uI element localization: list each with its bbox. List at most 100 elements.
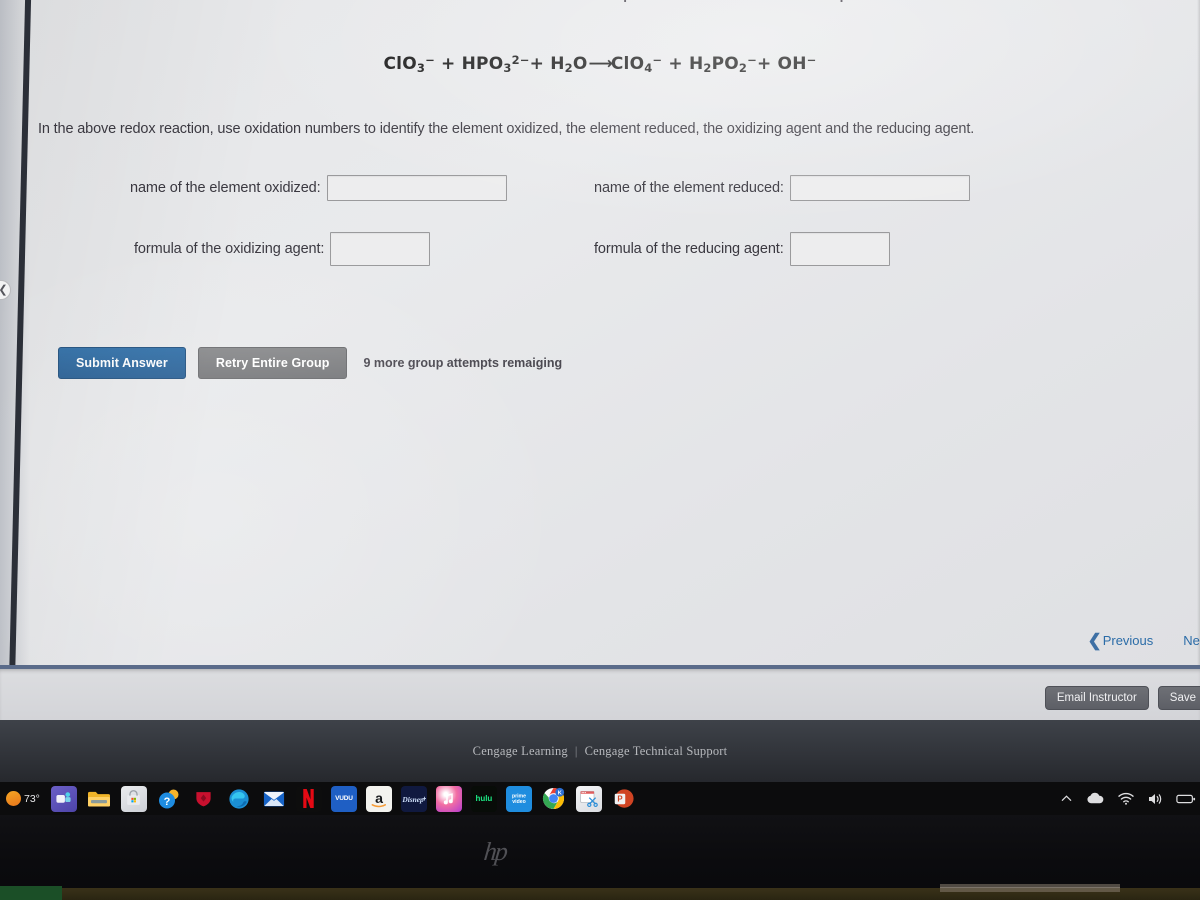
svg-text:a: a xyxy=(375,791,383,807)
email-instructor-button[interactable]: Email Instructor xyxy=(1044,686,1149,710)
edge-icon[interactable] xyxy=(226,786,252,812)
sun-icon xyxy=(6,791,21,806)
volume-icon[interactable] xyxy=(1147,792,1163,806)
taskbar-weather-widget[interactable]: 73° xyxy=(6,791,40,806)
question-mark-glyph: ? xyxy=(158,789,179,808)
action-button-group: Submit Answer Retry Entire Group 9 more … xyxy=(58,347,562,379)
sidebar-collapse-button[interactable]: ❮ xyxy=(0,280,11,300)
wifi-icon[interactable] xyxy=(1118,792,1134,805)
sub: 2 xyxy=(703,61,712,75)
sub: 3 xyxy=(503,61,512,75)
sub: 3 xyxy=(416,61,426,75)
field-row-oxidizing-agent: formula of the oxidizing agent: xyxy=(134,232,431,266)
cengage-technical-support-link[interactable]: Cengage Technical Support xyxy=(585,744,728,758)
svg-text:+: + xyxy=(422,793,426,802)
mail-icon[interactable] xyxy=(261,786,287,812)
equation-plus-1: + xyxy=(441,54,456,74)
disney-plus-icon[interactable]: Disnep + xyxy=(400,785,427,812)
chevron-left-icon: ❮ xyxy=(0,284,8,296)
svg-text:?: ? xyxy=(164,796,171,808)
teams-icon[interactable] xyxy=(50,785,77,812)
hp-logo: hp xyxy=(482,837,508,866)
field-row-element-reduced: name of the element reduced: xyxy=(594,175,970,201)
chrome-glyph: K xyxy=(543,787,565,810)
powerpoint-icon[interactable]: P xyxy=(611,786,637,812)
cengage-learning-link[interactable]: Cengage Learning xyxy=(473,744,568,758)
field-row-reducing-agent: formula of the reducing agent: xyxy=(594,232,890,266)
file-explorer-icon[interactable] xyxy=(86,786,112,812)
equation-plus-2: + xyxy=(529,54,545,74)
amazon-a-glyph: a xyxy=(371,791,386,807)
attempts-remaining-text: 9 more group attempts remaiging xyxy=(363,356,563,370)
shield-glyph xyxy=(196,792,212,807)
edge-glyph xyxy=(229,788,249,809)
powerpoint-glyph: P xyxy=(615,789,634,808)
chrome-icon[interactable]: K xyxy=(541,786,567,812)
weather-temperature: 73° xyxy=(24,792,40,805)
equation-product-2: H2PO2− xyxy=(688,53,757,75)
browser-content: Use the References to access important v… xyxy=(0,0,1200,665)
equation-reactant-1: ClO3− xyxy=(383,53,435,75)
charge: 2− xyxy=(511,53,530,67)
wifi-glyph xyxy=(1118,792,1134,805)
battery-glyph xyxy=(1176,794,1196,803)
mcafee-icon[interactable] xyxy=(191,786,217,812)
charge: − xyxy=(747,53,757,67)
sub: 2 xyxy=(564,61,573,75)
equation-arrow: ⟶ xyxy=(588,54,612,74)
svg-text:P: P xyxy=(618,795,623,804)
itunes-icon[interactable] xyxy=(435,785,462,812)
taskbar-app-list: 73° ? VUDU a Disnep hulu prime video K P xyxy=(0,785,637,812)
save-button[interactable]: Save xyxy=(1157,686,1200,710)
input-oxidizing-agent[interactable] xyxy=(330,232,431,266)
prime-video-icon[interactable]: prime video xyxy=(505,785,532,812)
charge: − xyxy=(425,53,435,67)
retry-entire-group-button[interactable]: Retry Entire Group xyxy=(197,347,348,379)
equation-product-3: OH− xyxy=(777,53,817,74)
references-banner: Use the References to access important v… xyxy=(0,0,1200,13)
screen-photo: Use the References to access important v… xyxy=(0,0,1200,900)
chevron-left-icon: ❮ xyxy=(1087,631,1102,650)
input-element-reduced[interactable] xyxy=(789,175,970,201)
desk-right-object xyxy=(940,884,1120,892)
amazon-icon[interactable]: a xyxy=(365,785,392,812)
sub: 2 xyxy=(738,61,748,75)
charge: − xyxy=(652,53,663,67)
input-element-oxidized[interactable] xyxy=(326,175,507,201)
netflix-n-glyph xyxy=(303,789,315,808)
label-reducing-agent: formula of the reducing agent: xyxy=(594,241,784,257)
footer-button-group: Email Instructor Save xyxy=(1044,686,1200,710)
svg-text:video: video xyxy=(512,799,525,805)
snipping-tool-icon[interactable] xyxy=(575,785,602,812)
equation-plus-4: + xyxy=(756,54,772,74)
next-button[interactable]: Next xyxy=(1183,633,1200,648)
previous-button[interactable]: ❮ Previous xyxy=(1087,632,1153,649)
vudu-icon[interactable]: VUDU xyxy=(330,785,357,812)
next-label: Next xyxy=(1183,633,1200,648)
folder-glyph xyxy=(87,791,110,806)
page-navigation: ❮ Previous Next xyxy=(1087,632,1200,649)
monitor-bezel: hp xyxy=(0,815,1200,900)
prime-video-wordmark-glyph: prime video xyxy=(506,790,531,807)
vudu-wordmark: VUDU xyxy=(335,795,353,802)
equation-reactant-3: H2O xyxy=(550,54,588,75)
input-reducing-agent[interactable] xyxy=(789,232,890,266)
hulu-wordmark: hulu xyxy=(475,794,493,803)
music-note-glyph xyxy=(443,792,453,804)
hulu-icon[interactable]: hulu xyxy=(470,785,497,812)
charge: − xyxy=(806,53,817,67)
edge-shading xyxy=(0,0,30,665)
label-element-reduced: name of the element reduced: xyxy=(594,180,784,196)
field-row-element-oxidized: name of the element oxidized: xyxy=(130,175,507,201)
help-icon[interactable]: ? xyxy=(156,786,182,812)
desk-left-object xyxy=(0,886,62,900)
show-hidden-icons-icon[interactable] xyxy=(1060,792,1073,805)
microsoft-store-icon[interactable] xyxy=(120,785,147,812)
onedrive-cloud-icon[interactable] xyxy=(1086,792,1105,805)
footer-separator: | xyxy=(574,743,578,758)
battery-icon[interactable] xyxy=(1176,793,1196,805)
previous-label: Previous xyxy=(1102,633,1154,648)
netflix-icon[interactable] xyxy=(295,785,322,812)
monitor-edge-artifact xyxy=(0,0,46,665)
submit-answer-button[interactable]: Submit Answer xyxy=(58,347,186,379)
